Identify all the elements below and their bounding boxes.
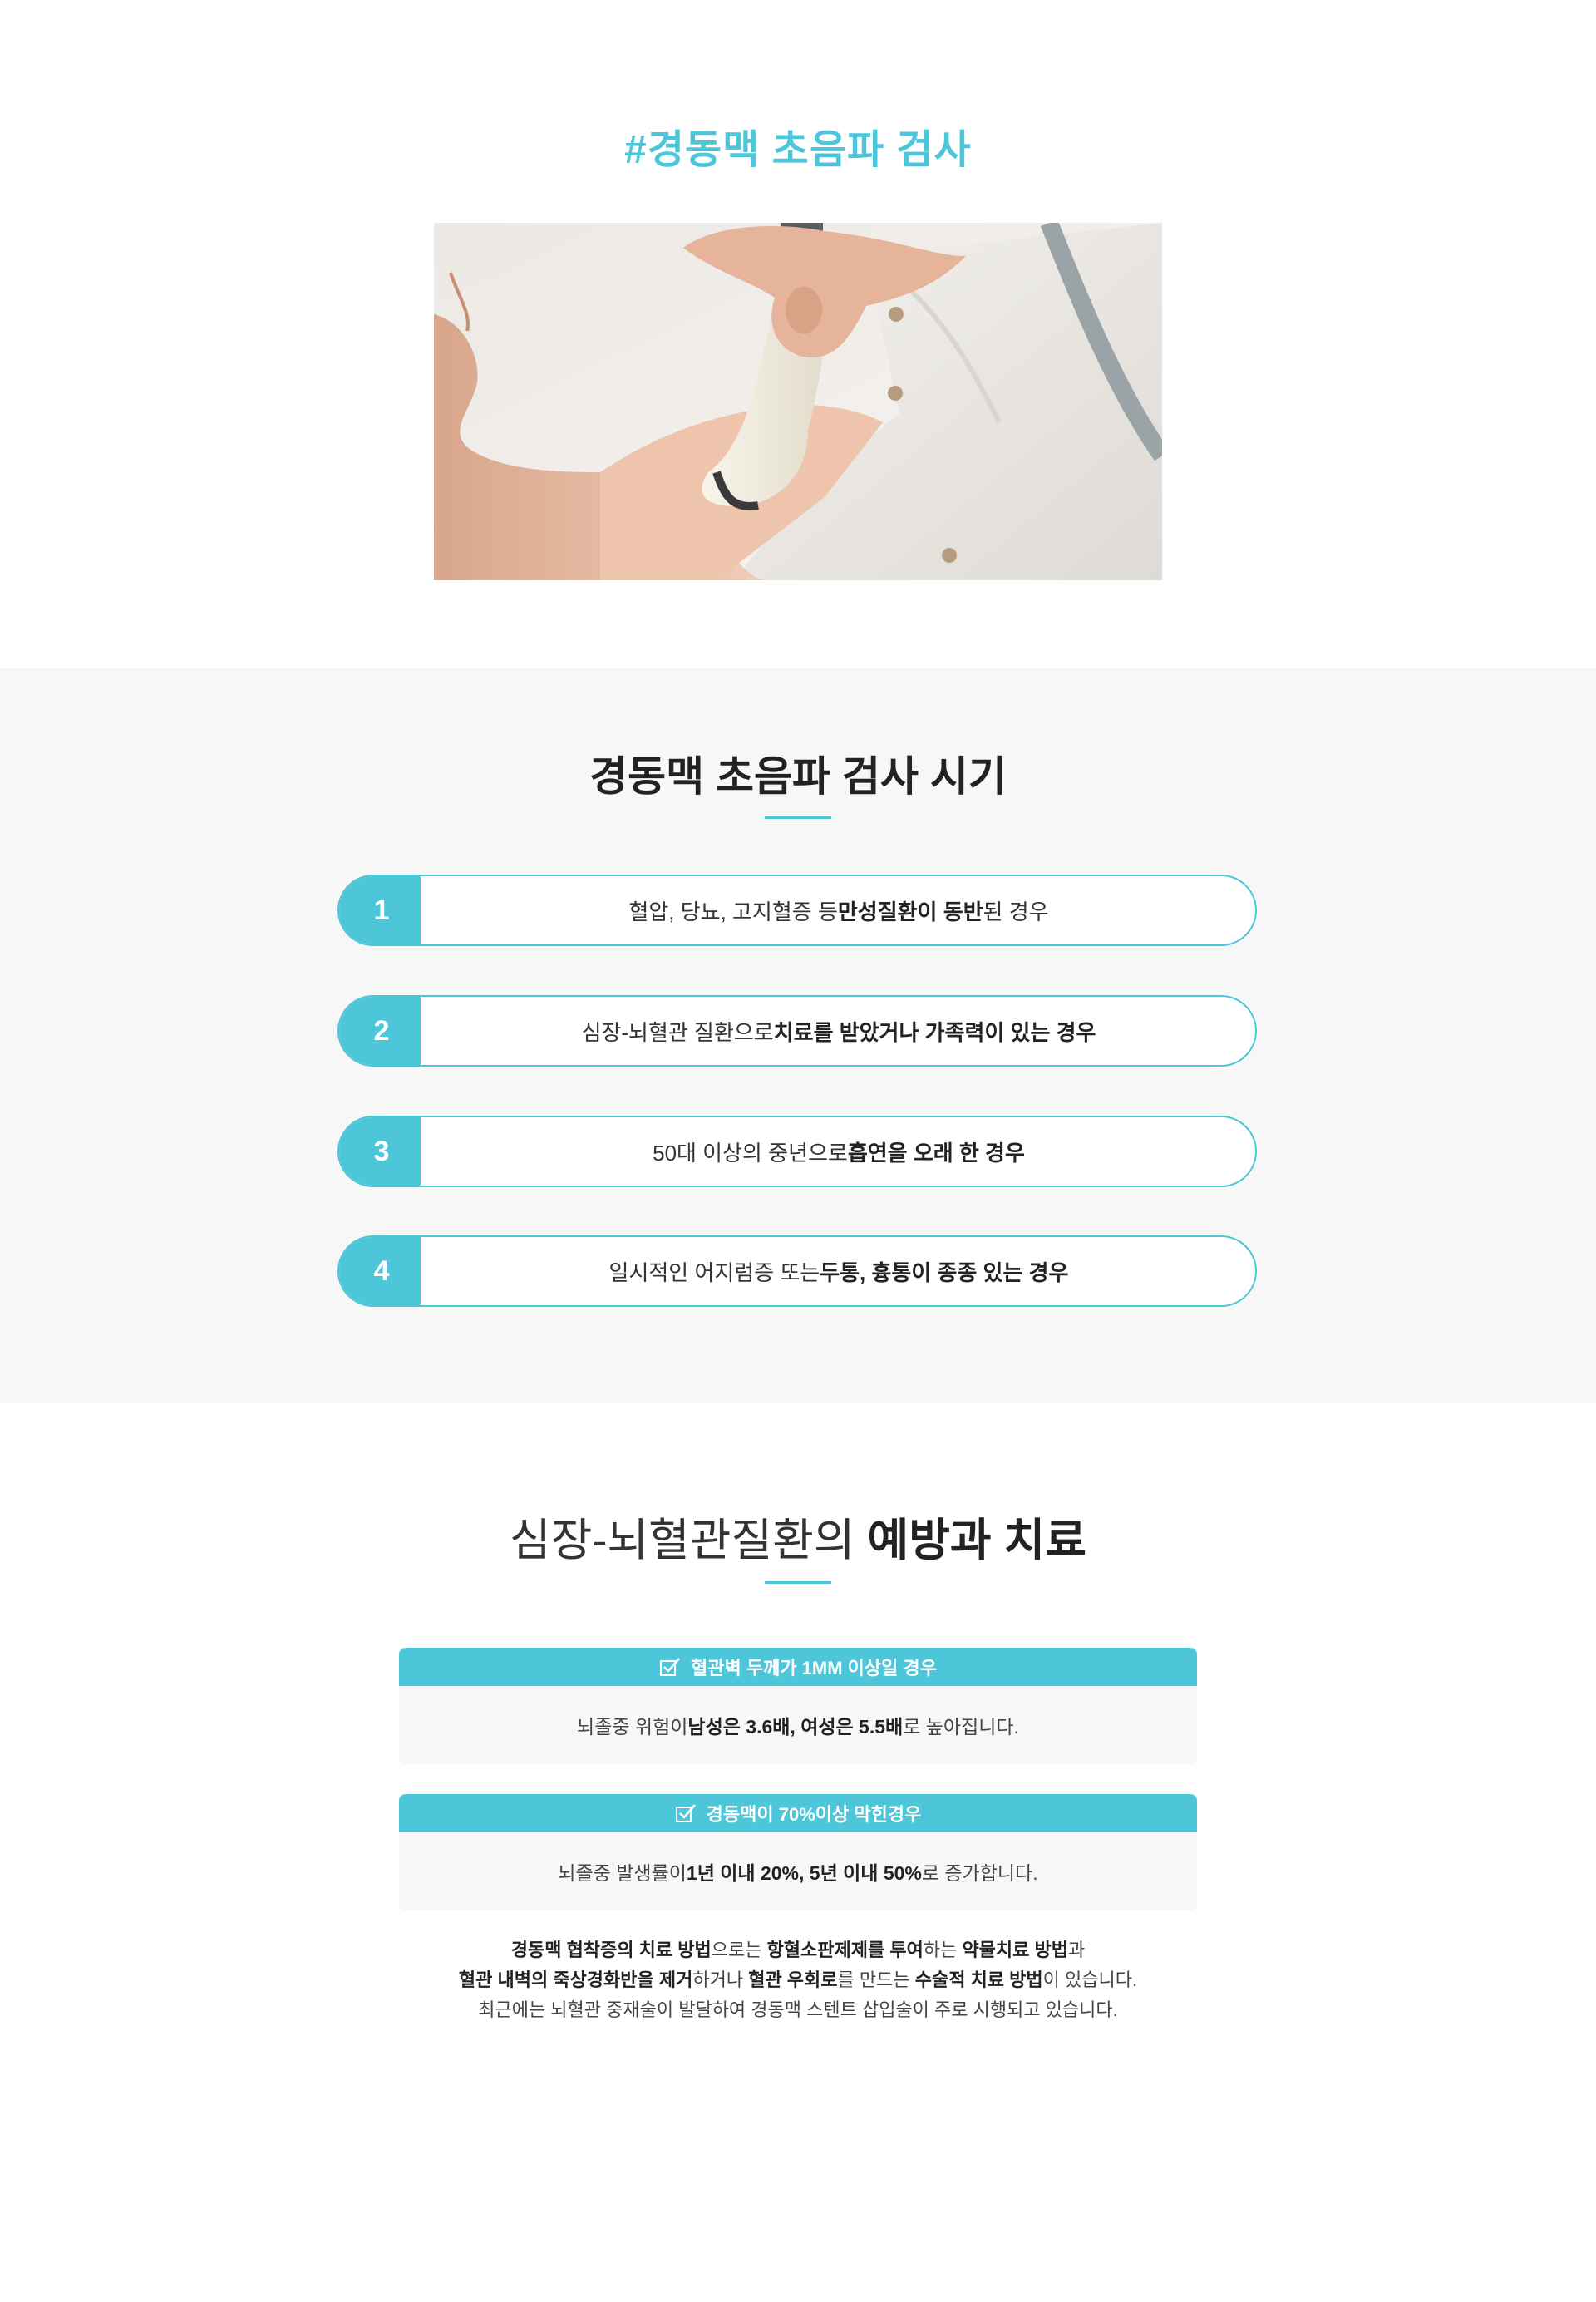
timing-item-text: 심장-뇌혈관 질환으로 치료를 받았거나 가족력이 있는 경우 [422,997,1255,1065]
checkbox-check-icon [659,1656,681,1678]
timing-item-text: 일시적인 어지럼증 또는 두통, 흉통이 종종 있는 경우 [422,1237,1255,1305]
timing-heading-underline [765,816,831,819]
summary-text: 이 있습니다. [1042,1969,1138,1990]
carotid-ultrasound-photo [434,223,1162,580]
prevention-section: 심장-뇌혈관질환의 예방과 치료 혈관벽 두께가 1MM 이상일 경우 뇌졸중 … [0,1403,1596,2302]
info-card-text-end: 로 증가합니다. [921,1862,1038,1884]
info-card-header: 혈관벽 두께가 1MM 이상일 경우 [399,1648,1197,1686]
prevention-heading-light: 심장-뇌혈관질환의 [510,1516,868,1565]
timing-item-text: 50대 이상의 중년으로 흡연을 오래 한 경우 [422,1117,1255,1186]
info-card-body: 뇌졸중 위험이 남성은 3.6배, 여성은 5.5배 로 높아집니다. [399,1686,1197,1764]
info-card-header: 경동맥이 70%이상 막힌경우 [399,1794,1197,1832]
prevention-heading-underline [765,1581,831,1584]
checkbox-check-icon [675,1802,697,1824]
summary-text: 으로는 [711,1940,767,1960]
timing-item-number: 3 [339,1117,421,1186]
timing-item-normal: 50대 이상의 중년으로 [653,1140,848,1166]
timing-item-bold: 만성질환이 동반 [837,899,983,924]
info-card-body: 뇌졸중 발생률이 1년 이내 20%, 5년 이내 50% 로 증가합니다. [399,1832,1197,1910]
summary-text: 하는 [923,1940,963,1960]
timing-item: 2 심장-뇌혈관 질환으로 치료를 받았거나 가족력이 있는 경우 [337,995,1257,1067]
info-card-title: 경동맥이 70%이상 막힌경우 [706,1804,922,1825]
timing-item: 4 일시적인 어지럼증 또는 두통, 흉통이 종종 있는 경우 [337,1235,1257,1307]
info-card-text: 뇌졸중 위험이 [577,1716,688,1738]
prevention-heading: 심장-뇌혈관질환의 예방과 치료 [0,1503,1596,1569]
info-card: 혈관벽 두께가 1MM 이상일 경우 뇌졸중 위험이 남성은 3.6배, 여성은… [399,1648,1197,1764]
summary-line: 경동맥 협착증의 치료 방법으로는 항혈소판제제를 투여하는 약물치료 방법과 [0,1935,1596,1965]
timing-item-normal: 일시적인 어지럼증 또는 [608,1259,820,1285]
info-card: 경동맥이 70%이상 막힌경우 뇌졸중 발생률이 1년 이내 20%, 5년 이… [399,1794,1197,1910]
timing-item-normal: 심장-뇌혈관 질환으로 [581,1019,774,1045]
treatment-summary: 경동맥 협착증의 치료 방법으로는 항혈소판제제를 투여하는 약물치료 방법과 … [0,1935,1596,2025]
info-card-highlight: 1년 이내 20%, 5년 이내 50% [686,1862,922,1884]
summary-text: 과 [1068,1940,1086,1960]
summary-bold: 약물치료 방법 [962,1940,1068,1960]
timing-item-number: 1 [339,876,421,944]
summary-text: 하거나 [692,1969,749,1990]
timing-heading: 경동맥 초음파 검사 시기 [589,753,1007,800]
info-card-text: 뇌졸중 발생률이 [558,1862,687,1884]
intro-section: #경동맥 초음파 검사 [0,0,1596,668]
summary-line: 최근에는 뇌혈관 중재술이 발달하여 경동맥 스텐트 삽입술이 주로 시행되고 … [478,1999,1118,2020]
summary-line: 혈관 내벽의 죽상경화반을 제거하거나 혈관 우회로를 만드는 수술적 치료 방… [0,1965,1596,1995]
timing-item-bold: 치료를 받았거나 가족력이 있는 경우 [773,1019,1096,1045]
summary-bold: 수술적 치료 방법 [914,1969,1043,1990]
timing-item: 3 50대 이상의 중년으로 흡연을 오래 한 경우 [337,1116,1257,1187]
summary-text: 를 만드는 [837,1969,915,1990]
summary-bold: 항혈소판제제를 투여 [766,1940,924,1960]
timing-item-number: 2 [339,997,421,1065]
hashtag-title: #경동맥 초음파 검사 [624,128,972,172]
timing-item-after: 된 경우 [983,899,1049,924]
timing-item-normal: 혈압, 당뇨, 고지혈증 등 [628,899,838,924]
info-card-title: 혈관벽 두께가 1MM 이상일 경우 [691,1658,937,1678]
summary-bold: 경동맥 협착증의 치료 방법 [510,1940,712,1960]
timing-item-number: 4 [339,1237,421,1305]
timing-item-bold: 흡연을 오래 한 경우 [847,1140,1025,1166]
summary-bold: 혈관 우회로 [748,1969,838,1990]
timing-item-text: 혈압, 당뇨, 고지혈증 등 만성질환이 동반 된 경우 [422,876,1255,944]
prevention-heading-bold: 예방과 치료 [867,1516,1086,1565]
summary-bold: 혈관 내벽의 죽상경화반을 제거 [458,1969,693,1990]
info-card-text-end: 로 높아집니다. [903,1716,1019,1738]
exam-timing-section: 경동맥 초음파 검사 시기 1 혈압, 당뇨, 고지혈증 등 만성질환이 동반 된… [0,668,1596,1403]
timing-item-bold: 두통, 흉통이 종종 있는 경우 [820,1259,1069,1285]
timing-item: 1 혈압, 당뇨, 고지혈증 등 만성질환이 동반 된 경우 [337,875,1257,946]
info-card-highlight: 남성은 3.6배, 여성은 5.5배 [687,1716,904,1738]
